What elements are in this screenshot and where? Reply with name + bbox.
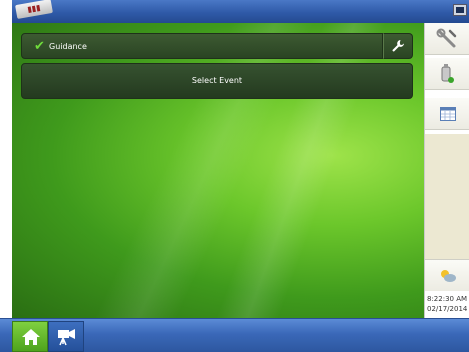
calendar-icon <box>440 107 456 121</box>
guidance-label: Guidance <box>49 42 87 51</box>
clock-time: 8:22:30 AM <box>427 295 468 303</box>
gps-receiver-icon <box>441 64 454 83</box>
tools-icon <box>436 28 457 48</box>
wrench-icon <box>392 40 404 52</box>
sidebar-panel <box>425 134 469 259</box>
run-screen: ✔ Guidance Select Event <box>12 23 424 318</box>
calendar-button[interactable] <box>425 98 469 130</box>
check-icon: ✔ <box>34 39 45 54</box>
home-icon <box>22 329 40 345</box>
guidance-settings-button[interactable] <box>383 33 413 59</box>
tools-button[interactable] <box>425 23 469 55</box>
display-icon[interactable] <box>453 4 467 16</box>
select-event-button[interactable]: Select Event <box>21 63 413 99</box>
video-button[interactable] <box>48 321 84 352</box>
clock-date: 02/17/2014 <box>427 305 468 313</box>
bottom-bar <box>0 318 469 352</box>
signal-strength-icon: ▮▮▮ <box>15 0 53 20</box>
right-sidebar: 8:22:30 AM 02/17/2014 <box>424 23 469 318</box>
weather-icon <box>441 270 456 282</box>
guidance-button[interactable]: ✔ Guidance <box>21 33 383 59</box>
gps-button[interactable] <box>425 58 469 90</box>
home-button[interactable] <box>12 321 48 352</box>
video-camera-icon <box>58 329 75 346</box>
status-bar: ▮▮▮ <box>12 0 469 24</box>
weather-button[interactable] <box>425 259 469 291</box>
